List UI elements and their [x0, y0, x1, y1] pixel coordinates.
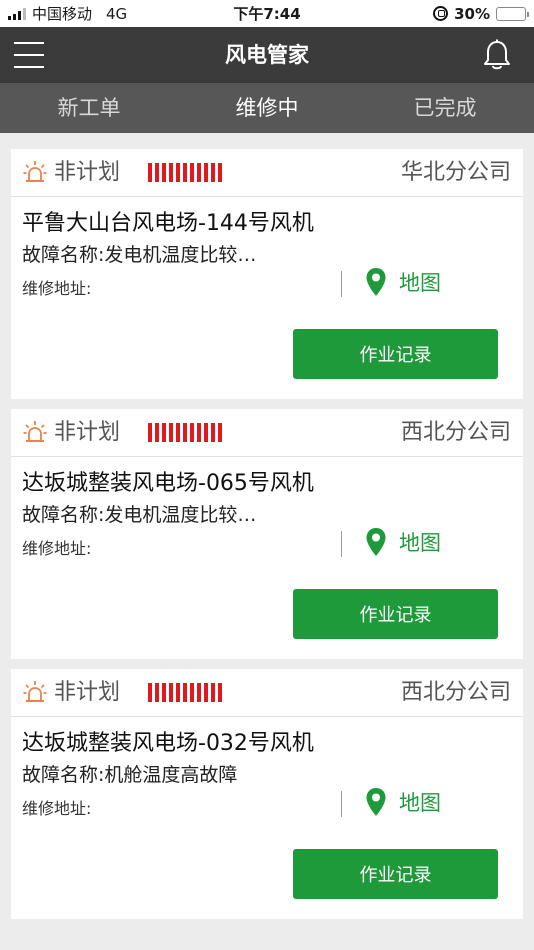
priority-bar [211, 163, 215, 182]
divider [341, 271, 342, 297]
priority-bar [218, 683, 222, 702]
work-record-button[interactable]: 作业记录 [293, 589, 498, 639]
site-name: 达坂城整装风电场-065号风机 [22, 471, 314, 496]
map-label: 地图 [399, 531, 441, 555]
map-link[interactable]: 地图 [365, 267, 441, 297]
priority-bar [204, 423, 208, 442]
fault-name: 故障名称:发电机温度比较… [22, 504, 257, 526]
priority-bar [190, 683, 194, 702]
fault-name: 故障名称:发电机温度比较… [22, 244, 257, 266]
priority-indicator [148, 683, 222, 702]
priority-bar [162, 423, 166, 442]
priority-bar [169, 163, 173, 182]
tab-new-orders[interactable]: 新工单 [0, 83, 178, 133]
company-name: 西北分公司 [400, 680, 511, 705]
app-header: 风电管家 [0, 27, 534, 83]
location-pin-icon [366, 528, 386, 556]
location-pin-icon [366, 268, 386, 296]
alarm-light-icon [23, 421, 47, 442]
priority-bar [183, 163, 187, 182]
bell-icon[interactable] [482, 39, 512, 71]
order-card: 非计划 华北分公司 平鲁大山台风电场-144号风机 故障名称:发电机温度比较… … [11, 149, 523, 399]
priority-bar [176, 163, 180, 182]
alarm-light-icon [23, 161, 47, 182]
priority-bar [183, 683, 187, 702]
priority-bar [176, 683, 180, 702]
priority-bar [204, 163, 208, 182]
priority-bar [197, 683, 201, 702]
tab-bar: 新工单 维修中 已完成 [0, 83, 534, 133]
battery-percent: 30% [454, 4, 490, 23]
status-bar-right: 30% [433, 0, 529, 27]
company-name: 西北分公司 [400, 420, 511, 445]
repair-address-label: 维修地址: [22, 279, 92, 298]
rotation-lock-icon [433, 6, 449, 21]
priority-bar [169, 683, 173, 702]
site-name: 达坂城整装风电场-032号风机 [22, 731, 314, 756]
priority-bar [190, 423, 194, 442]
work-record-button[interactable]: 作业记录 [293, 329, 498, 379]
plan-type-label: 非计划 [54, 680, 121, 705]
priority-bar [204, 683, 208, 702]
tab-completed[interactable]: 已完成 [356, 83, 534, 133]
order-card: 非计划 西北分公司 达坂城整装风电场-032号风机 故障名称:机舱温度高故障 维… [11, 669, 523, 919]
priority-bar [176, 423, 180, 442]
site-name: 平鲁大山台风电场-144号风机 [22, 211, 314, 236]
order-card: 非计划 西北分公司 达坂城整装风电场-065号风机 故障名称:发电机温度比较… … [11, 409, 523, 659]
divider [341, 791, 342, 817]
battery-icon [496, 6, 529, 21]
order-card-header: 非计划 西北分公司 [11, 409, 523, 457]
status-bar: 中国移动 4G 下午7:44 30% [0, 0, 534, 27]
divider [341, 531, 342, 557]
priority-bar [148, 423, 152, 442]
priority-bar [148, 683, 152, 702]
clock-time: 下午7:44 [233, 5, 301, 23]
priority-indicator [148, 163, 222, 182]
priority-bar [183, 423, 187, 442]
repair-address-label: 维修地址: [22, 799, 92, 818]
order-card-header: 非计划 西北分公司 [11, 669, 523, 717]
map-label: 地图 [399, 271, 441, 295]
repair-address-label: 维修地址: [22, 539, 92, 558]
location-pin-icon [366, 788, 386, 816]
priority-indicator [148, 423, 222, 442]
priority-bar [155, 163, 159, 182]
map-link[interactable]: 地图 [365, 527, 441, 557]
priority-bar [162, 163, 166, 182]
map-label: 地图 [399, 791, 441, 815]
plan-type-label: 非计划 [54, 160, 121, 185]
page-title: 风电管家 [225, 43, 309, 67]
priority-bar [197, 163, 201, 182]
priority-bar [211, 683, 215, 702]
tab-in-repair[interactable]: 维修中 [178, 83, 356, 133]
priority-bar [190, 163, 194, 182]
fault-name: 故障名称:机舱温度高故障 [22, 764, 238, 786]
priority-bar [155, 683, 159, 702]
priority-bar [155, 423, 159, 442]
alarm-light-icon [23, 681, 47, 702]
priority-bar [211, 423, 215, 442]
company-name: 华北分公司 [400, 160, 511, 185]
priority-bar [162, 683, 166, 702]
priority-bar [218, 423, 222, 442]
work-record-button[interactable]: 作业记录 [293, 849, 498, 899]
plan-type-label: 非计划 [54, 420, 121, 445]
map-link[interactable]: 地图 [365, 787, 441, 817]
priority-bar [218, 163, 222, 182]
priority-bar [148, 163, 152, 182]
priority-bar [197, 423, 201, 442]
priority-bar [169, 423, 173, 442]
order-card-header: 非计划 华北分公司 [11, 149, 523, 197]
